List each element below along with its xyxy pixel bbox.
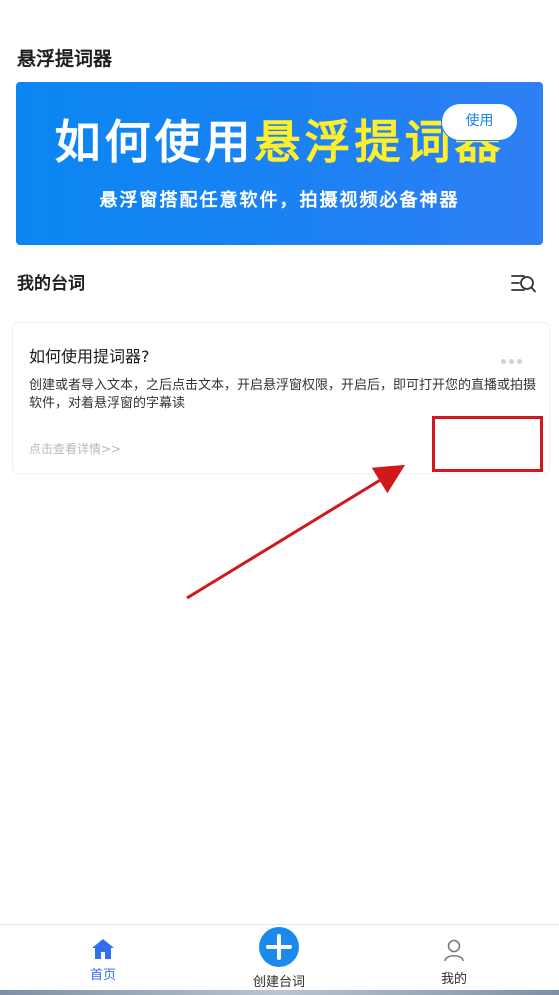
script-card[interactable]: 如何使用提词器? 创建或者导入文本，之后点击文本，开启悬浮窗权限，开启后，即可打… (12, 322, 550, 474)
tab-mine-label: 我的 (440, 972, 467, 987)
tab-create-label: 创建台词 (252, 975, 305, 990)
user-icon (443, 938, 465, 966)
section-title: 我的台词 (17, 274, 85, 294)
tab-home[interactable]: 首页 (43, 925, 163, 991)
script-card-description: 创建或者导入文本，之后点击文本，开启悬浮窗权限，开启后，即可打开您的直播或拍摄软… (29, 378, 537, 411)
system-bottom-strip (0, 990, 559, 995)
app-title: 悬浮提词器 (17, 48, 113, 70)
tab-home-label: 首页 (89, 968, 116, 983)
plus-icon (259, 927, 299, 967)
view-details-link[interactable]: 点击查看详情>> (29, 440, 121, 457)
bottom-tab-bar: 首页 创建台词 我的 (0, 924, 559, 991)
tab-mine[interactable]: 我的 (394, 925, 514, 991)
banner-subtitle: 悬浮窗搭配任意软件，拍摄视频必备神器 (99, 190, 460, 211)
list-search-icon[interactable] (511, 272, 537, 296)
my-scripts-header: 我的台词 (17, 272, 537, 296)
use-button[interactable]: 使用 (441, 103, 518, 141)
tab-create-script[interactable]: 创建台词 (219, 925, 339, 991)
more-dots-icon[interactable] (501, 349, 527, 364)
script-card-title: 如何使用提词器? (29, 347, 150, 366)
banner-headline-white: 如何使用 (54, 115, 255, 169)
home-icon (90, 937, 116, 965)
